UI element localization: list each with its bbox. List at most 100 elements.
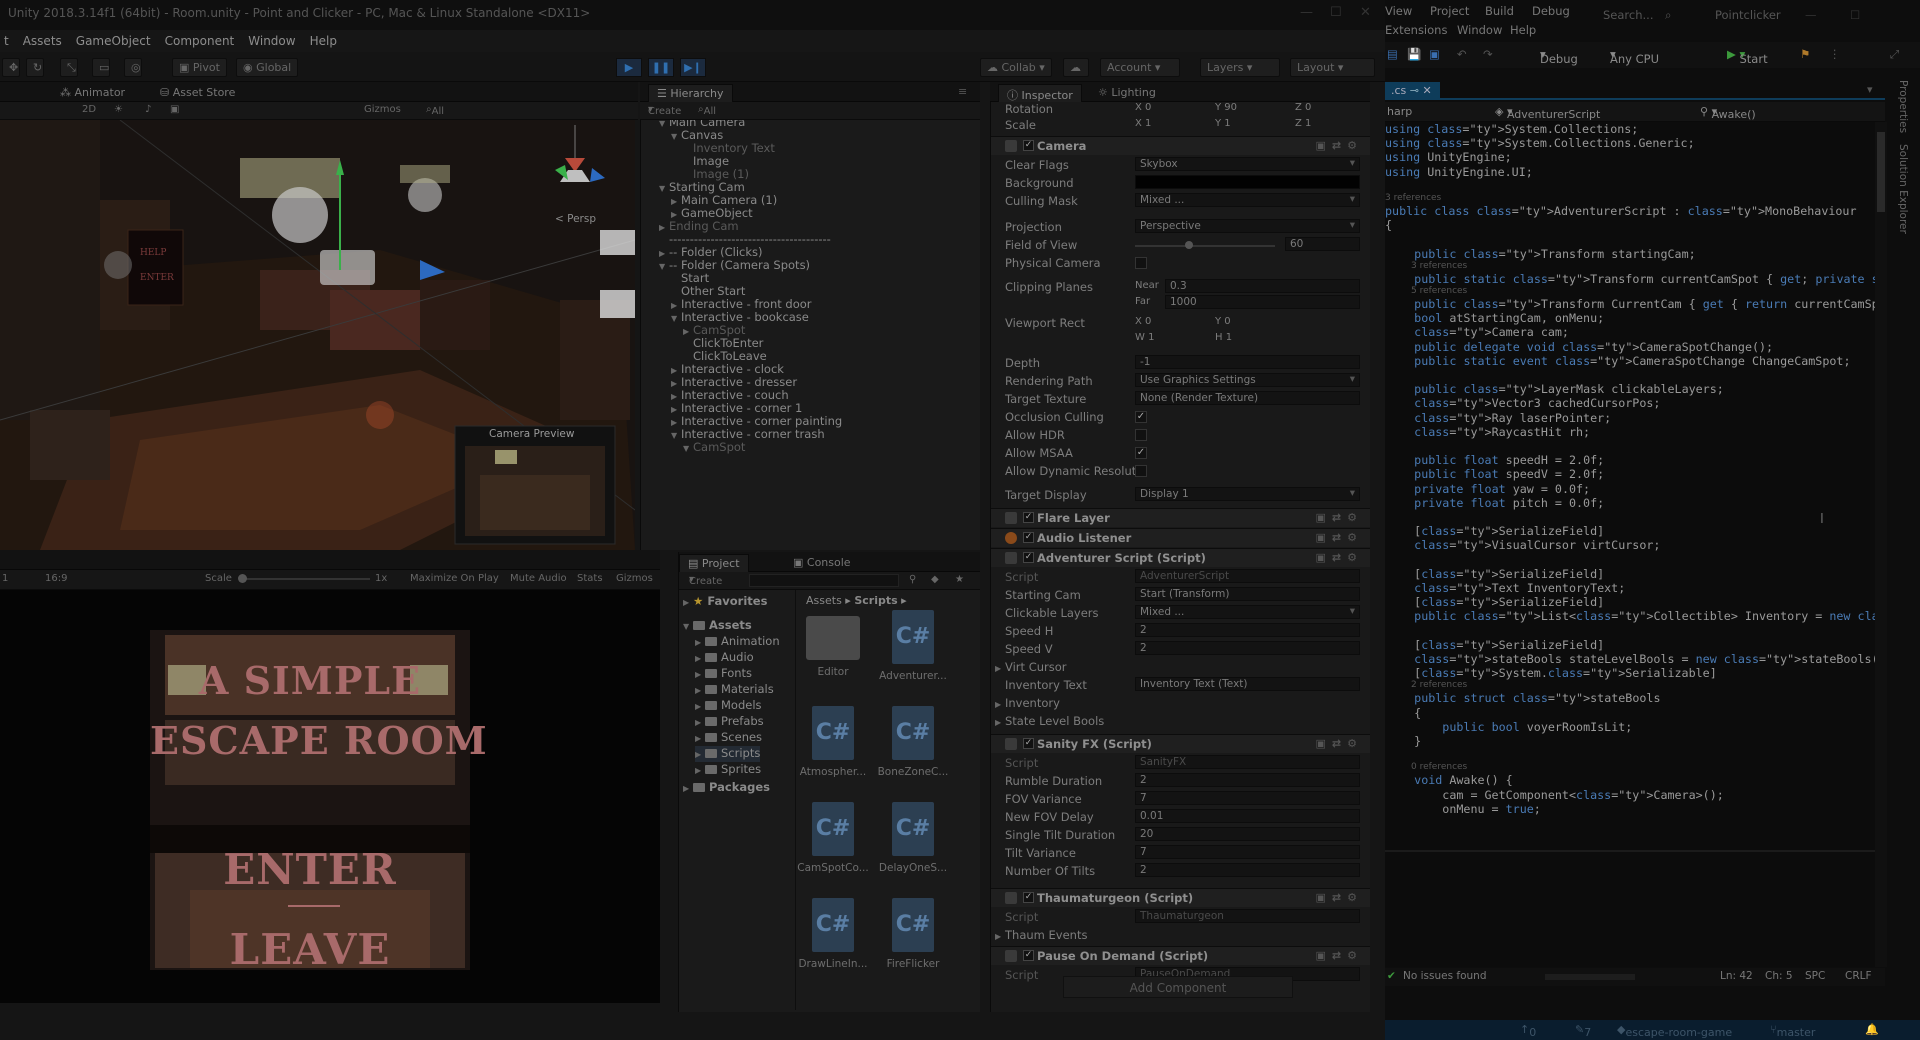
tab-inspector[interactable]: ⓘ Inspector xyxy=(998,84,1082,102)
breadcrumb-assets[interactable]: Assets xyxy=(806,594,842,607)
project-folder-item[interactable]: ▶ Prefabs xyxy=(695,714,764,730)
scene-search[interactable]: ⌕ All xyxy=(426,104,444,117)
vs-menu-debug[interactable]: Debug xyxy=(1532,4,1570,18)
cloud-icon[interactable]: ☁ xyxy=(1063,58,1089,77)
expand-arrow-icon[interactable]: ▶ xyxy=(659,249,669,258)
expand-arrow-icon[interactable]: ▼ xyxy=(659,184,669,193)
expand-arrow-icon[interactable]: ▶ xyxy=(671,392,681,401)
tab-console[interactable]: ▣ Console xyxy=(785,554,859,572)
project-folder-item[interactable]: ▶ Audio xyxy=(695,650,754,666)
expand-arrow-icon[interactable]: ▶ xyxy=(671,197,681,206)
fov-slider[interactable] xyxy=(1135,245,1275,247)
audio-toggle-icon[interactable]: ♪ xyxy=(145,104,151,115)
thaum-events-row[interactable]: ▶ Thaum Events xyxy=(995,928,1355,944)
state-level-row[interactable]: ▶ State Level Bools xyxy=(995,714,1355,730)
viewport-h[interactable]: H 1 xyxy=(1215,332,1232,343)
menu-gameobject[interactable]: GameObject xyxy=(69,30,158,52)
rotation-y[interactable]: Y 90 xyxy=(1215,102,1237,113)
code-lens-references[interactable]: 0 references xyxy=(1411,762,1467,772)
nav-project-dropdown[interactable]: harp xyxy=(1387,105,1412,118)
component-tools-icons[interactable]: ▣⇄⚙ xyxy=(1316,551,1363,564)
vs-maximize-icon[interactable]: ☐ xyxy=(1850,8,1860,22)
rotate-tool-icon[interactable]: ↻ xyxy=(26,58,44,77)
pivot-toggle[interactable]: ▣ Pivot xyxy=(172,58,227,77)
project-folder-item[interactable]: ▶ Models xyxy=(695,698,762,714)
vs-search-input[interactable]: Search... xyxy=(1603,8,1653,22)
asset-item[interactable]: C# BoneZoneC... xyxy=(874,706,952,788)
move-tool-icon[interactable]: ✥ xyxy=(2,58,20,77)
camera-component-header[interactable]: ✓ Camera ▣⇄⚙ xyxy=(991,136,1370,155)
vs-menu-project[interactable]: Project xyxy=(1430,4,1469,18)
new-project-icon[interactable]: ▤ xyxy=(1387,47,1398,61)
speed-v-input[interactable]: 2 xyxy=(1135,641,1360,655)
close-tab-icon[interactable]: ✕ xyxy=(1423,84,1432,97)
pin-tab-icon[interactable]: ⊸ xyxy=(1410,84,1419,97)
tab-project[interactable]: ▤ Project xyxy=(679,554,749,572)
hierarchy-item[interactable]: ▼ CamSpot xyxy=(683,440,745,456)
project-folder-item[interactable]: ▶ Scenes xyxy=(695,730,762,746)
lighting-toggle-icon[interactable]: ☀ xyxy=(114,104,123,115)
vs-menu-window[interactable]: Window xyxy=(1457,23,1502,37)
tab-animator[interactable]: ⁂ Animator xyxy=(52,84,133,102)
starting-cam-field[interactable]: Start (Transform) xyxy=(1135,587,1360,601)
display-dropdown[interactable]: 1 xyxy=(2,573,8,584)
nav-member-dropdown[interactable]: ⚲ Awake() ▾ xyxy=(1700,105,1756,121)
redo-icon[interactable]: ↷ xyxy=(1483,47,1493,61)
asset-item[interactable]: C# DrawLineIn... xyxy=(794,898,872,980)
rect-tool-icon[interactable]: ▭ xyxy=(92,58,110,77)
step-button[interactable]: ▶❙ xyxy=(680,58,706,77)
menu-component[interactable]: Component xyxy=(158,30,242,52)
project-search-input[interactable] xyxy=(749,574,899,587)
far-input[interactable]: 1000 xyxy=(1165,295,1360,309)
branch-name[interactable]: ⑂ master xyxy=(1770,1023,1815,1039)
expand-arrow-icon[interactable]: ▼ xyxy=(683,444,693,453)
speed-h-input[interactable]: 2 xyxy=(1135,623,1360,637)
scale-z[interactable]: Z 1 xyxy=(1295,118,1311,129)
vs-menu-build[interactable]: Build xyxy=(1485,4,1514,18)
editor-vertical-scrollbar[interactable] xyxy=(1875,122,1887,967)
expand-arrow-icon[interactable]: ▼ xyxy=(671,431,681,440)
play-button[interactable]: ▶ xyxy=(616,58,642,77)
layout-dropdown[interactable]: Layout ▾ xyxy=(1290,58,1375,77)
asset-item[interactable]: C# DelayOneS... xyxy=(874,802,952,884)
expand-arrow-icon[interactable]: ▶ xyxy=(671,210,681,219)
expand-arrow-icon[interactable]: ▶ xyxy=(695,670,705,679)
toolbar-extra-icon[interactable]: ⋮ xyxy=(1829,47,1841,61)
project-folder-item[interactable]: ▶ Materials xyxy=(695,682,774,698)
project-folder-item[interactable]: ▶ Scripts xyxy=(695,746,761,762)
viewport-x[interactable]: X 0 xyxy=(1135,316,1151,327)
allow-dynamic-checkbox[interactable] xyxy=(1135,465,1147,477)
near-input[interactable]: 0.3 xyxy=(1165,279,1360,293)
filter-by-label-icon[interactable]: ◆ xyxy=(931,574,939,585)
breadcrumb-scripts[interactable]: Scripts xyxy=(854,594,897,607)
scale-y[interactable]: Y 1 xyxy=(1215,118,1231,129)
component-tools-icons[interactable]: ▣⇄⚙ xyxy=(1316,737,1363,750)
sanity-field-input[interactable]: 2 xyxy=(1135,863,1360,877)
audio-listener-checkbox[interactable]: ✓ xyxy=(1023,532,1034,543)
viewport-w[interactable]: W 1 xyxy=(1135,332,1154,343)
rendering-path-dropdown[interactable]: Use Graphics Settings xyxy=(1135,373,1360,387)
component-tools-icons[interactable]: ▣⇄⚙ xyxy=(1316,949,1363,962)
component-tools-icons[interactable]: ▣⇄⚙ xyxy=(1316,139,1363,152)
game-gizmos-dropdown[interactable]: Gizmos xyxy=(616,573,653,584)
code-editor[interactable]: using class="ty">System.Collections; usin… xyxy=(1385,122,1875,967)
expand-arrow-icon[interactable]: ▶ xyxy=(695,686,705,695)
repository-name[interactable]: ◆ escape-room-game xyxy=(1617,1023,1732,1039)
target-display-dropdown[interactable]: Display 1 xyxy=(1135,487,1360,501)
nav-class-dropdown[interactable]: ◈ AdventurerScript ▾ xyxy=(1495,105,1645,121)
component-tools-icons[interactable]: ▣⇄⚙ xyxy=(1316,891,1363,904)
tab-lighting[interactable]: ☼ Lighting xyxy=(1090,84,1164,102)
expand-arrow-icon[interactable]: ▶ xyxy=(683,327,693,336)
configuration-dropdown[interactable]: Debug ▾ xyxy=(1540,47,1600,66)
expand-arrow-icon[interactable]: ▶ xyxy=(695,638,705,647)
menu-help[interactable]: Help xyxy=(303,30,344,52)
collab-button[interactable]: ☁ Collab ▾ xyxy=(980,58,1052,77)
whitespace-indicator[interactable]: SPC xyxy=(1805,970,1825,982)
expand-arrow-icon[interactable]: ▶ xyxy=(695,718,705,727)
expand-arrow-icon[interactable]: ▶ xyxy=(671,366,681,375)
thaumaturgeon-checkbox[interactable]: ✓ xyxy=(1023,892,1034,903)
document-tab-adventurer[interactable]: .cs ⊸ ✕ xyxy=(1385,82,1440,100)
component-tools-icons[interactable]: ▣⇄⚙ xyxy=(1316,511,1363,524)
virt-cursor-row[interactable]: ▶ Virt Cursor xyxy=(995,660,1355,676)
scale-tool-icon[interactable]: ⤡ xyxy=(60,58,78,77)
